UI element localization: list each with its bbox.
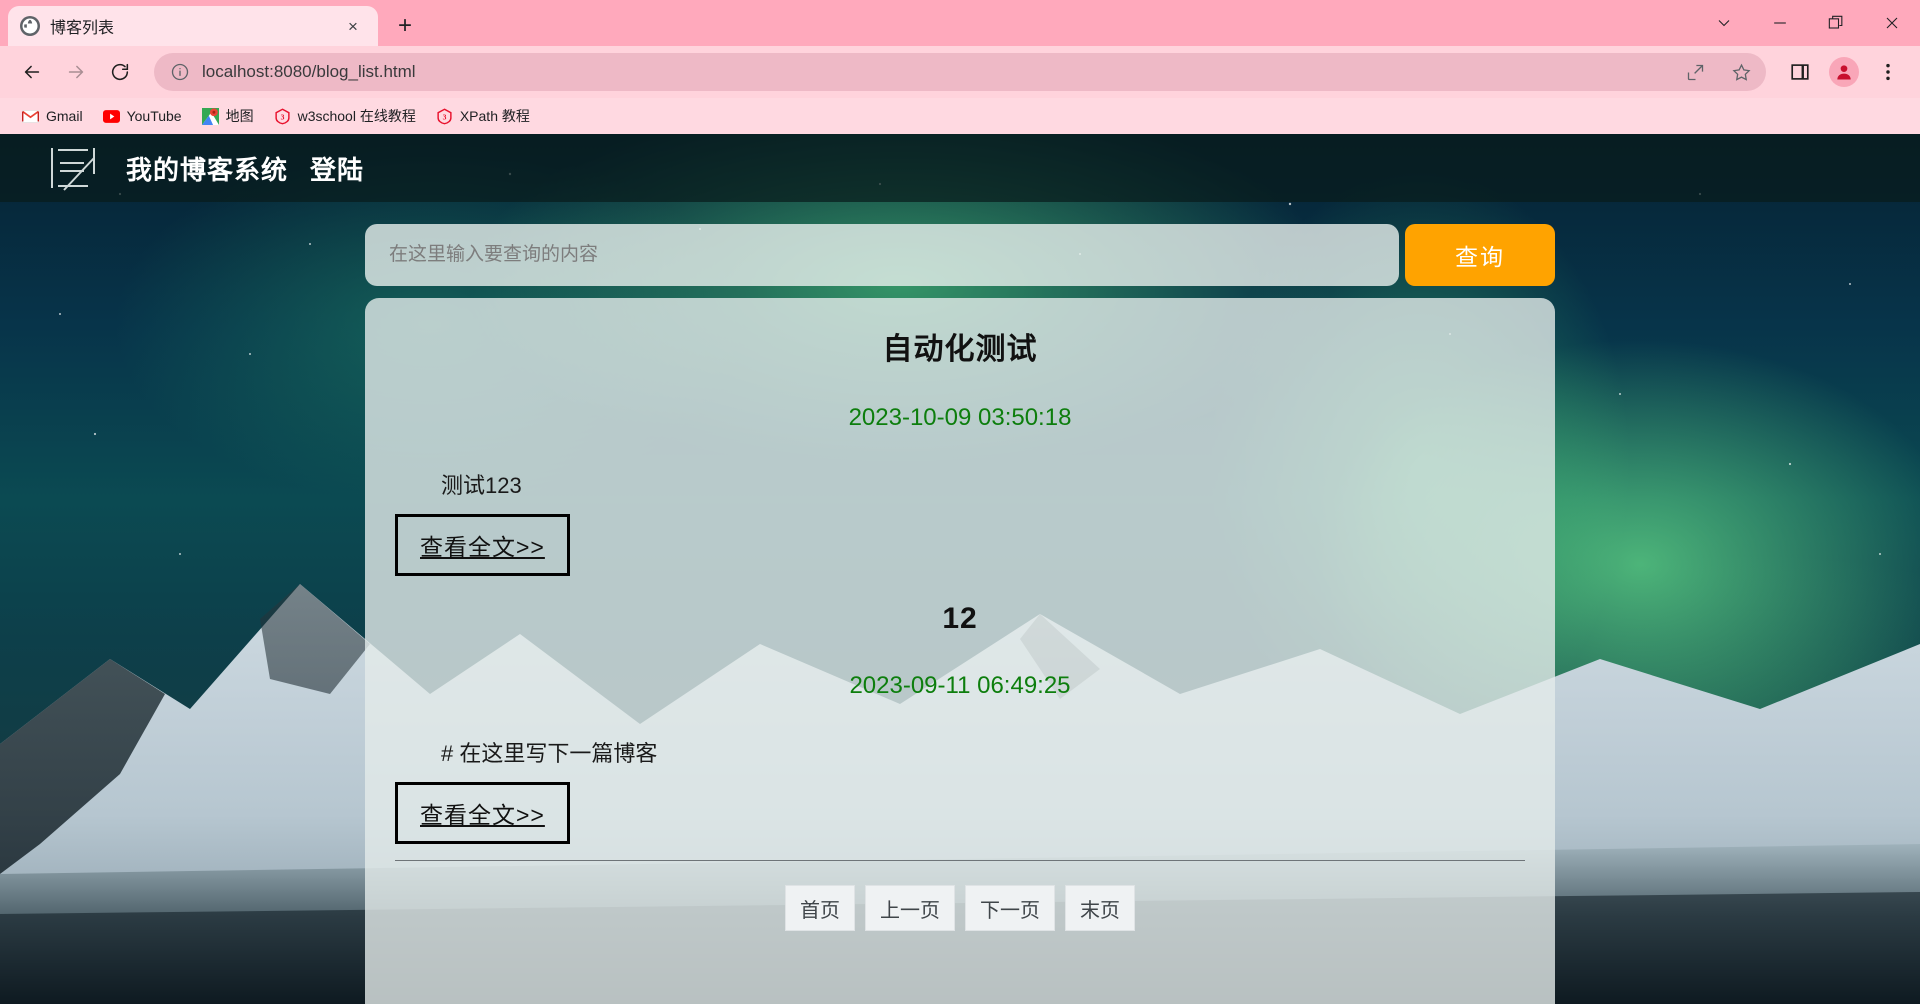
pagination-first[interactable]: 首页 <box>785 885 855 931</box>
globe-icon <box>20 16 40 36</box>
w3school-icon: 3 <box>437 107 452 124</box>
bookmark-w3school[interactable]: 3 w3school 在线教程 <box>266 102 424 130</box>
close-icon[interactable]: × <box>340 13 366 39</box>
blog-title: 12 <box>942 602 978 635</box>
tab-strip: 博客列表 × + <box>0 0 1920 46</box>
three-dot-menu-icon[interactable] <box>1868 52 1908 92</box>
bookmark-gmail[interactable]: Gmail <box>14 104 91 129</box>
view-full-button[interactable]: 查看全文>> <box>395 782 570 844</box>
google-maps-icon <box>201 107 219 125</box>
view-full-button[interactable]: 查看全文>> <box>395 514 570 576</box>
blog-date: 2023-10-09 03:50:18 <box>848 404 1072 431</box>
w3school-icon: 3 <box>274 107 290 124</box>
reload-button[interactable] <box>100 52 140 92</box>
bookmark-label: w3school 在线教程 <box>297 108 416 124</box>
share-icon[interactable] <box>1678 55 1712 89</box>
blog-more-wrap: 查看全文>> <box>395 768 1525 844</box>
bookmark-label: 地图 <box>225 108 254 124</box>
page-viewport: 我的博客系统 登陆 查询 自动化测试 2023-10-09 03:50:18 测… <box>0 134 1920 1004</box>
blog-description: 测试123 <box>441 473 522 498</box>
page-title: 我的博客系统 <box>126 154 289 185</box>
search-bar: 查询 <box>365 224 1555 286</box>
blog-title: 自动化测试 <box>882 333 1038 366</box>
browser-window: 博客列表 × + localhost:8080/blog_list.html G… <box>0 0 1920 1004</box>
bookmark-label: XPath 教程 <box>459 108 530 124</box>
view-full-link[interactable]: 查看全文>> <box>420 802 545 828</box>
profile-avatar[interactable] <box>1824 52 1864 92</box>
tab-blog-list[interactable]: 博客列表 × <box>8 6 378 46</box>
blog-logo-icon <box>51 148 95 191</box>
search-input[interactable] <box>365 224 1399 286</box>
svg-text:3: 3 <box>442 112 446 121</box>
window-controls <box>1696 0 1920 46</box>
side-panel-icon[interactable] <box>1780 52 1820 92</box>
bookmark-xpath[interactable]: 3 XPath 教程 <box>428 102 538 130</box>
pagination-prev[interactable]: 上一页 <box>865 885 955 931</box>
url-text: localhost:8080/blog_list.html <box>202 62 416 81</box>
minimize-icon[interactable] <box>1752 0 1808 46</box>
tab-title: 博客列表 <box>50 20 115 37</box>
blog-list-container: 自动化测试 2023-10-09 03:50:18 测试123 查看全文>> 1… <box>365 298 1555 1004</box>
close-icon[interactable] <box>1864 0 1920 46</box>
blog-item: 自动化测试 2023-10-09 03:50:18 测试123 查看全文>> <box>395 298 1525 576</box>
site-header: 我的博客系统 登陆 <box>0 134 1920 202</box>
info-circle-icon[interactable] <box>170 62 190 82</box>
blog-item: 12 2023-09-11 06:49:25 # 在这里写下一篇博客 查看全文>… <box>395 576 1525 844</box>
bookmark-label: YouTube <box>126 108 182 124</box>
view-full-link[interactable]: 查看全文>> <box>420 534 545 560</box>
youtube-icon <box>102 109 120 123</box>
blog-date: 2023-09-11 06:49:25 <box>849 672 1071 699</box>
pagination: 首页 上一页 下一页 末页 <box>395 861 1525 931</box>
address-bar[interactable]: localhost:8080/blog_list.html <box>154 53 1766 91</box>
pagination-next[interactable]: 下一页 <box>965 885 1055 931</box>
login-link[interactable]: 登陆 <box>310 150 364 187</box>
bookmark-youtube[interactable]: YouTube <box>95 104 190 129</box>
forward-button[interactable] <box>56 52 96 92</box>
svg-text:3: 3 <box>280 112 284 121</box>
header-nav: 我的博客系统 登陆 <box>126 150 364 187</box>
pagination-last[interactable]: 末页 <box>1065 885 1135 931</box>
blog-more-wrap: 查看全文>> <box>395 500 1525 576</box>
page-content: 查询 自动化测试 2023-10-09 03:50:18 测试123 查看全文>… <box>0 202 1920 1004</box>
new-tab-button[interactable]: + <box>388 9 422 43</box>
chevron-down-icon[interactable] <box>1696 0 1752 46</box>
bookmark-label: Gmail <box>46 108 83 124</box>
gmail-icon <box>22 109 39 123</box>
restore-icon[interactable] <box>1808 0 1864 46</box>
blog-description: # 在这里写下一篇博客 <box>441 741 658 766</box>
avatar <box>1829 57 1859 87</box>
back-button[interactable] <box>12 52 52 92</box>
star-icon[interactable] <box>1724 55 1758 89</box>
browser-toolbar: localhost:8080/blog_list.html <box>0 46 1920 98</box>
bookmark-maps[interactable]: 地图 <box>194 102 262 130</box>
search-button[interactable]: 查询 <box>1405 224 1555 286</box>
bookmarks-bar: Gmail YouTube 地图 3 w3school 在线教程 3 XPath… <box>0 98 1920 134</box>
